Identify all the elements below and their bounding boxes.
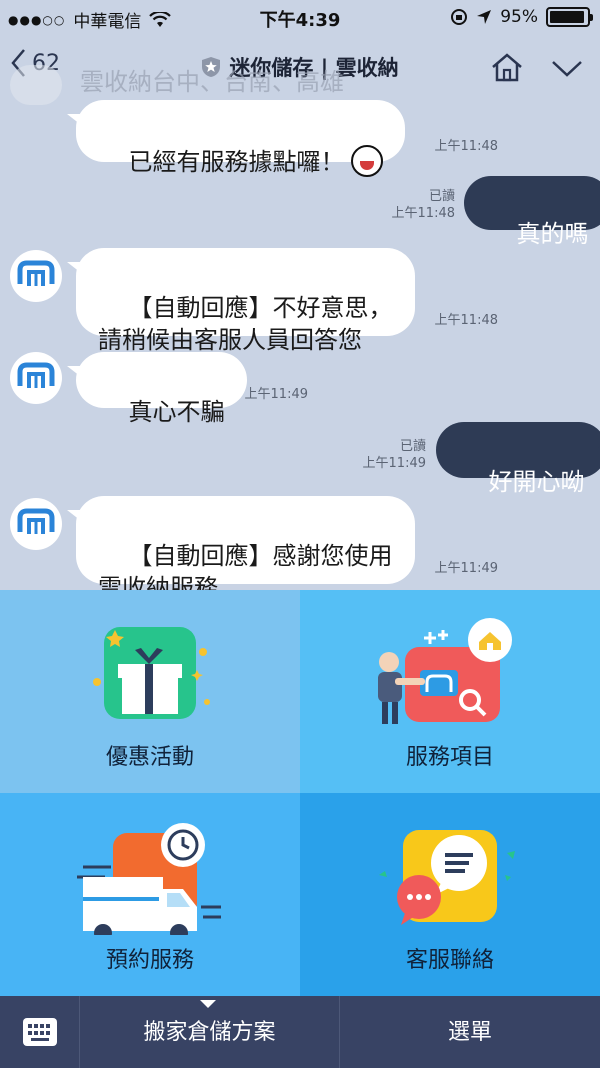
- keyboard-icon: [22, 1018, 57, 1046]
- message-time: 上午11:49: [400, 560, 498, 577]
- avatar: [10, 65, 62, 105]
- tile-label: 客服聯絡: [405, 948, 494, 973]
- rich-menu-title: 搬家倉儲方案: [143, 1020, 276, 1045]
- delivery-truck-icon: [77, 823, 221, 935]
- incoming-message[interactable]: 已經有服務據點囉！: [67, 100, 405, 177]
- outgoing-message[interactable]: 好開心呦: [436, 422, 600, 496]
- read-receipt: 已讀: [428, 189, 455, 204]
- message-time: 上午11:48: [400, 312, 498, 329]
- message-text: 【自動回應】感謝您使用 雲收納服務: [98, 542, 393, 590]
- rich-menu-booking[interactable]: 預約服務: [0, 793, 300, 996]
- message-meta: 已讀 上午11:49: [340, 438, 426, 472]
- yunshouna-logo-icon: [17, 362, 55, 388]
- bot-avatar[interactable]: [10, 250, 62, 302]
- yunshouna-logo-icon: [15, 255, 57, 297]
- battery-percent: 95%: [500, 7, 538, 27]
- tile-label: 優惠活動: [105, 745, 194, 770]
- message-time: 上午11:48: [400, 138, 498, 155]
- tile-label: 服務項目: [405, 745, 494, 770]
- gift-icon: [93, 627, 210, 719]
- message-text: 已經有服務據點囉！: [128, 148, 345, 176]
- location-arrow-icon: [477, 10, 492, 24]
- collapse-triangle-icon: [200, 1000, 216, 1008]
- rich-menu: 優惠活動 服務項目 預約服務 客服聯絡: [0, 590, 600, 996]
- keyboard-toggle-button[interactable]: [0, 996, 80, 1068]
- menu-label: 選單: [447, 1020, 492, 1045]
- message-meta: 已讀 上午11:48: [370, 188, 455, 222]
- status-bar: ●●●○○ 中華電信 下午4:39 95%: [0, 0, 600, 36]
- message-text: 好開心呦: [488, 468, 585, 496]
- time-label: 上午11:49: [362, 456, 426, 471]
- time-label: 上午11:48: [391, 206, 455, 221]
- time-label: 上午11:49: [434, 561, 498, 576]
- rich-menu-services[interactable]: 服務項目: [300, 590, 600, 793]
- yunshouna-logo-icon: [17, 508, 55, 534]
- bot-avatar[interactable]: [10, 352, 62, 404]
- orientation-lock-icon: [451, 9, 468, 25]
- message-text: 【自動回應】不好意思， 請稍候由客服人員回答您: [98, 294, 393, 354]
- tile-label: 預約服務: [105, 948, 194, 973]
- time-label: 上午11:48: [434, 313, 498, 328]
- menu-button[interactable]: 選單: [340, 996, 600, 1068]
- bottom-bar: 搬家倉儲方案 選單: [0, 996, 600, 1068]
- message-time: 上午11:49: [210, 386, 308, 403]
- incoming-message[interactable]: 【自動回應】感謝您使用 雲收納服務: [67, 496, 415, 590]
- message-text: 真的嗎: [516, 220, 589, 248]
- chat-area[interactable]: 雲收納台中、台南、高雄 已經有服務據點囉！ 上午11:48 已讀 上午11:48…: [0, 60, 600, 590]
- time-label: 上午11:49: [244, 387, 308, 402]
- outgoing-message[interactable]: 真的嗎: [464, 176, 600, 248]
- laughing-emoji-icon: [350, 145, 383, 177]
- chat-support-icon: [379, 830, 515, 925]
- bot-avatar[interactable]: [10, 498, 62, 550]
- rich-menu-promotions[interactable]: 優惠活動: [0, 590, 300, 793]
- read-receipt: 已讀: [399, 439, 426, 454]
- incoming-message[interactable]: 【自動回應】不好意思， 請稍候由客服人員回答您: [67, 248, 415, 354]
- rich-menu-support[interactable]: 客服聯絡: [300, 793, 600, 996]
- service-items-icon: [378, 618, 512, 724]
- time-label: 上午11:48: [434, 139, 498, 154]
- battery-icon: [546, 7, 593, 27]
- scrolled-message-fragment: 雲收納台中、台南、高雄: [80, 68, 344, 96]
